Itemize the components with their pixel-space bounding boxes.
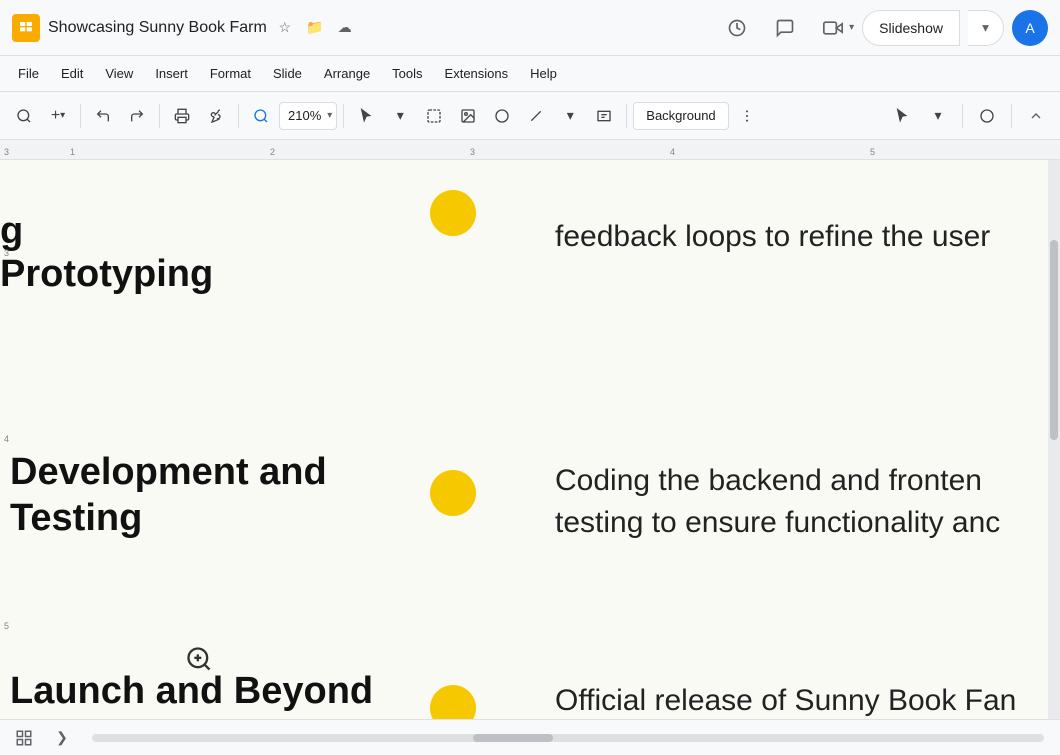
launch-desc-text: Official release of Sunny Book Fanfor fe… [555, 684, 1016, 719]
background-button[interactable]: Background [633, 102, 728, 130]
separator-7 [1011, 104, 1012, 128]
zoom-arrow[interactable]: ▾ [327, 110, 332, 121]
cloud-button[interactable]: ☁ [333, 16, 357, 40]
v-ruler-4: 4 [4, 434, 9, 444]
main-area: gPrototyping feedback loops to refine th… [0, 160, 1060, 719]
doc-title-area: Showcasing Sunny Book Farm ☆ 📁 ☁ [48, 16, 709, 40]
menu-bar: File Edit View Insert Format Slide Arran… [0, 56, 1060, 92]
pointer-button[interactable] [886, 100, 918, 132]
slide-area[interactable]: gPrototyping feedback loops to refine th… [0, 160, 1048, 719]
menu-tools[interactable]: Tools [382, 62, 432, 85]
dot-development [430, 470, 476, 516]
dot-prototyping [430, 190, 476, 236]
image-button[interactable] [452, 100, 484, 132]
search-button[interactable] [8, 100, 40, 132]
zoom-button[interactable] [245, 100, 277, 132]
prototyping-title: gPrototyping [0, 210, 213, 295]
print-button[interactable] [166, 100, 198, 132]
ruler-mark-5: 5 [870, 147, 875, 157]
text-box-button[interactable] [588, 100, 620, 132]
grid-view-button[interactable] [8, 722, 40, 754]
separator-2 [159, 104, 160, 128]
ruler-mark-2: 2 [270, 147, 275, 157]
ruler-mark-1: 1 [70, 147, 75, 157]
slideshow-dropdown-arrow: ▾ [982, 20, 989, 36]
zoom-control[interactable]: 210% ▾ [279, 102, 337, 130]
collapse-toolbar-button[interactable] [1020, 100, 1052, 132]
right-actions: ▾ Slideshow ▾ A [717, 8, 1048, 48]
menu-arrange[interactable]: Arrange [314, 62, 380, 85]
prototyping-desc: feedback loops to refine the user [555, 220, 990, 254]
toolbar: + ▾ 210% ▾ ▾ [0, 92, 1060, 140]
toolbar-more-button[interactable] [731, 100, 763, 132]
menu-insert[interactable]: Insert [145, 62, 198, 85]
menu-extensions[interactable]: Extensions [435, 62, 519, 85]
menu-file[interactable]: File [8, 62, 49, 85]
next-slide-button[interactable]: ❯ [48, 724, 76, 752]
separator-4 [343, 104, 344, 128]
ruler-mark-left: 3 [4, 147, 9, 157]
shapes-button[interactable] [486, 100, 518, 132]
v-ruler-5: 5 [4, 621, 9, 631]
development-desc: Coding the backend and frontentesting to… [555, 460, 1000, 544]
star-button[interactable]: ☆ [273, 16, 297, 40]
select-tool-button[interactable] [350, 100, 382, 132]
zoom-value: 210% [284, 108, 325, 123]
slideshow-button[interactable]: Slideshow [862, 10, 960, 46]
slideshow-dropdown-button[interactable]: ▾ [968, 10, 1004, 46]
camera-dropdown-arrow[interactable]: ▾ [849, 22, 854, 33]
title-bar: Showcasing Sunny Book Farm ☆ 📁 ☁ [0, 0, 1060, 56]
line-tool-button[interactable] [520, 100, 552, 132]
separator-1 [80, 104, 81, 128]
redo-button[interactable] [121, 100, 153, 132]
add-button[interactable]: + ▾ [42, 100, 74, 132]
right-scrollbar[interactable] [1048, 160, 1060, 719]
menu-help[interactable]: Help [520, 62, 567, 85]
pointer-dropdown[interactable]: ▾ [922, 100, 954, 132]
select-box-button[interactable] [418, 100, 450, 132]
chat-button[interactable] [765, 8, 805, 48]
right-scrollbar-thumb[interactable] [1050, 240, 1058, 440]
ruler-mark-3: 3 [470, 147, 475, 157]
separator-5 [626, 104, 627, 128]
prototyping-desc-text: feedback loops to refine the user [555, 220, 990, 253]
history-button[interactable] [717, 8, 757, 48]
development-title: Development andTesting [10, 450, 327, 541]
dot-launch [430, 685, 476, 719]
camera-button[interactable] [813, 8, 853, 48]
slide-content: gPrototyping feedback loops to refine th… [0, 160, 1048, 719]
ruler: 1 2 3 4 5 3 [0, 140, 1060, 160]
undo-button[interactable] [87, 100, 119, 132]
launch-title: Launch and Beyond [10, 670, 373, 713]
menu-format[interactable]: Format [200, 62, 261, 85]
line-dropdown[interactable]: ▾ [554, 100, 586, 132]
ruler-mark-4: 4 [670, 147, 675, 157]
separator-6 [962, 104, 963, 128]
circle-tool[interactable] [971, 100, 1003, 132]
folder-button[interactable]: 📁 [303, 16, 327, 40]
prototyping-title-area: gPrototyping [0, 210, 213, 296]
toolbar-right: ▾ [886, 100, 1052, 132]
menu-slide[interactable]: Slide [263, 62, 312, 85]
select-dropdown[interactable]: ▾ [384, 100, 416, 132]
bottom-bar: ❯ [0, 719, 1060, 755]
paint-format-button[interactable] [200, 100, 232, 132]
separator-3 [238, 104, 239, 128]
doc-title[interactable]: Showcasing Sunny Book Farm [48, 19, 267, 37]
horizontal-scrollbar[interactable] [92, 734, 1044, 742]
menu-edit[interactable]: Edit [51, 62, 93, 85]
camera-group: ▾ [813, 8, 854, 48]
h-scroll-thumb[interactable] [473, 734, 553, 742]
app-icon [12, 14, 40, 42]
user-avatar[interactable]: A [1012, 10, 1048, 46]
menu-view[interactable]: View [95, 62, 143, 85]
launch-desc: Official release of Sunny Book Fanfor fe… [555, 680, 1016, 719]
development-desc-text: Coding the backend and frontentesting to… [555, 464, 1000, 539]
